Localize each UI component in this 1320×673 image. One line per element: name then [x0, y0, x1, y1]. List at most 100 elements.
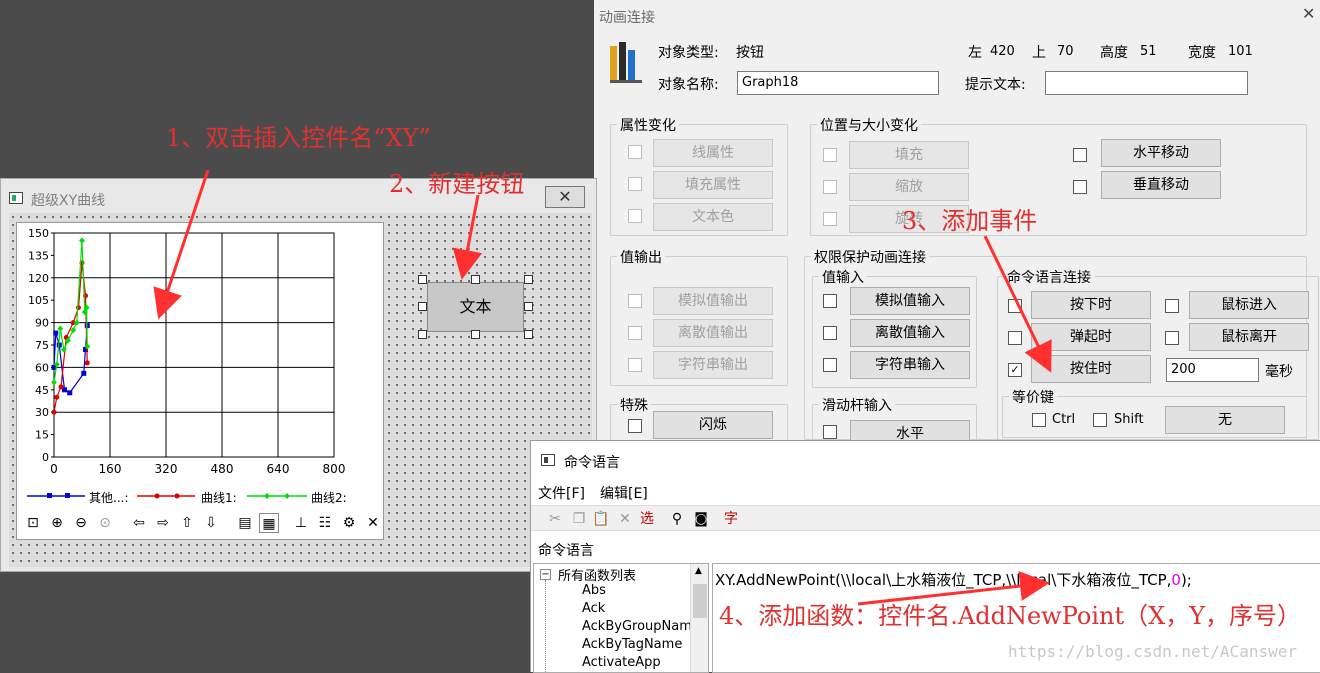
flash-checkbox[interactable] [628, 419, 642, 433]
tree-item[interactable]: Ack [582, 601, 605, 616]
string-out-checkbox[interactable] [628, 358, 642, 372]
tree-item[interactable]: AckByTagName [582, 637, 682, 652]
text-color-button[interactable]: 文本色 [653, 203, 773, 231]
font-icon[interactable]: 字 [721, 509, 741, 529]
selection-handle[interactable] [418, 275, 427, 284]
selection-handle[interactable] [418, 330, 427, 339]
grid-icon[interactable]: ▦ [259, 513, 279, 533]
print-icon[interactable]: ▤ [235, 513, 255, 533]
fill-attr-button[interactable]: 填充属性 [653, 171, 773, 199]
fill-button[interactable]: 填充 [849, 141, 969, 169]
analog-in-checkbox[interactable] [823, 294, 837, 308]
y-tick-label: 150 [28, 227, 49, 240]
vmove-button[interactable]: 垂直移动 [1101, 171, 1221, 199]
selection-handle[interactable] [471, 330, 480, 339]
menu-edit[interactable]: 编辑[E] [600, 483, 648, 503]
rotate-checkbox[interactable] [823, 212, 837, 226]
discrete-in-checkbox[interactable] [823, 326, 837, 340]
hmove-button[interactable]: 水平移动 [1101, 139, 1221, 167]
menu-file[interactable]: 文件[F] [538, 483, 585, 503]
tree-item[interactable]: Abs [582, 583, 606, 598]
string-in-checkbox[interactable] [823, 358, 837, 372]
scale-checkbox[interactable] [823, 180, 837, 194]
select-icon[interactable]: 选 [637, 509, 657, 529]
line-attr-button[interactable]: 线属性 [653, 139, 773, 167]
analog-out-checkbox[interactable] [628, 294, 642, 308]
pan-up-icon[interactable]: ⇧ [177, 513, 197, 533]
selected-text-button[interactable]: 文本 [427, 282, 524, 332]
discrete-out-button[interactable]: 离散值输出 [653, 319, 773, 347]
tree-scrollbar[interactable]: ▲ [690, 564, 708, 672]
xy-chart-control[interactable]: 0 160 320 480 640 800 0 15 30 45 60 75 90 105 120 135 15… [16, 222, 384, 540]
mouse-enter-button[interactable]: 鼠标进入 [1189, 291, 1309, 319]
object-name-label: 对象名称: [658, 77, 719, 93]
shift-checkbox[interactable] [1093, 413, 1107, 427]
scroll-thumb[interactable] [693, 584, 707, 618]
pan-down-icon[interactable]: ⇩ [201, 513, 221, 533]
hold-button[interactable]: 按住时 [1031, 355, 1151, 383]
fill-attr-checkbox[interactable] [628, 177, 642, 191]
selection-handle[interactable] [524, 275, 533, 284]
zoom-out-icon[interactable]: ⊖ [71, 513, 91, 533]
legend-label-0: 其他...: [89, 491, 129, 505]
selection-handle[interactable] [471, 275, 480, 284]
line-attr-checkbox[interactable] [628, 145, 642, 159]
close-chart-icon[interactable]: ✕ [363, 513, 383, 533]
value-out-group-title: 值输出 [617, 247, 665, 267]
pan-right-icon[interactable]: ⇨ [153, 513, 173, 533]
tree-expand-icon[interactable]: − [540, 569, 551, 580]
x-tick-label: 0 [50, 462, 58, 476]
find-icon[interactable]: ⚲ [667, 509, 687, 529]
fill-checkbox[interactable] [823, 148, 837, 162]
flash-button[interactable]: 闪烁 [653, 411, 773, 439]
horizontal-checkbox[interactable] [823, 425, 837, 439]
selection-handle[interactable] [418, 302, 427, 311]
mouse-leave-checkbox[interactable] [1165, 331, 1179, 345]
hold-checkbox[interactable]: ✓ [1008, 363, 1022, 377]
tip-label: 提示文本: [965, 77, 1026, 93]
tree-item[interactable]: AckByGroupName [582, 619, 700, 634]
object-name-input[interactable]: Graph18 [737, 71, 939, 95]
press-button[interactable]: 按下时 [1031, 291, 1151, 319]
scale-button[interactable]: 缩放 [849, 173, 969, 201]
close-icon[interactable]: ✕ [1302, 4, 1315, 23]
paste-icon[interactable]: 📋 [591, 509, 611, 529]
delete-icon[interactable]: ✕ [615, 509, 635, 529]
list-icon[interactable]: ☷ [315, 513, 335, 533]
mouse-enter-checkbox[interactable] [1165, 299, 1179, 313]
zoom-box-icon[interactable]: ⊡ [23, 513, 43, 533]
close-button[interactable]: ✕ [545, 186, 585, 208]
hold-ms-input[interactable]: 200 [1166, 358, 1259, 382]
string-in-button[interactable]: 字符串输入 [850, 351, 970, 379]
press-checkbox[interactable] [1008, 299, 1022, 313]
function-tree[interactable]: − 所有函数列表 Abs Ack AckByGroupName AckByTag… [533, 563, 709, 673]
string-out-button[interactable]: 字符串输出 [653, 351, 773, 379]
discrete-out-checkbox[interactable] [628, 326, 642, 340]
cut-icon[interactable]: ✂ [545, 509, 565, 529]
ctrl-checkbox[interactable] [1032, 413, 1046, 427]
tip-input[interactable] [1045, 71, 1248, 95]
scroll-up-icon[interactable]: ▲ [695, 566, 702, 576]
analog-in-button[interactable]: 模拟值输入 [850, 287, 970, 315]
copy-icon[interactable]: ❐ [569, 509, 589, 529]
vmove-checkbox[interactable] [1073, 180, 1087, 194]
settings-icon[interactable]: ⚙ [339, 513, 359, 533]
tree-root[interactable]: 所有函数列表 [558, 565, 636, 584]
replace-icon[interactable]: ◙ [691, 509, 711, 529]
discrete-in-button[interactable]: 离散值输入 [850, 319, 970, 347]
tree-item[interactable]: ActivateApp [582, 655, 661, 670]
none-key-button[interactable]: 无 [1165, 406, 1285, 434]
analog-out-button[interactable]: 模拟值输出 [653, 287, 773, 315]
zoom-in-icon[interactable]: ⊕ [47, 513, 67, 533]
release-button[interactable]: 弹起时 [1031, 323, 1151, 351]
watermark: https://blog.csdn.net/ACanswer [1008, 642, 1297, 661]
release-checkbox[interactable] [1008, 331, 1022, 345]
selection-handle[interactable] [524, 302, 533, 311]
pan-left-icon[interactable]: ⇦ [129, 513, 149, 533]
mouse-leave-button[interactable]: 鼠标离开 [1189, 323, 1309, 351]
hmove-checkbox[interactable] [1073, 148, 1087, 162]
zoom-reset-icon[interactable]: ⊙ [95, 513, 115, 533]
ruler-icon[interactable]: ⊥ [291, 513, 311, 533]
selection-handle[interactable] [524, 330, 533, 339]
text-color-checkbox[interactable] [628, 209, 642, 223]
